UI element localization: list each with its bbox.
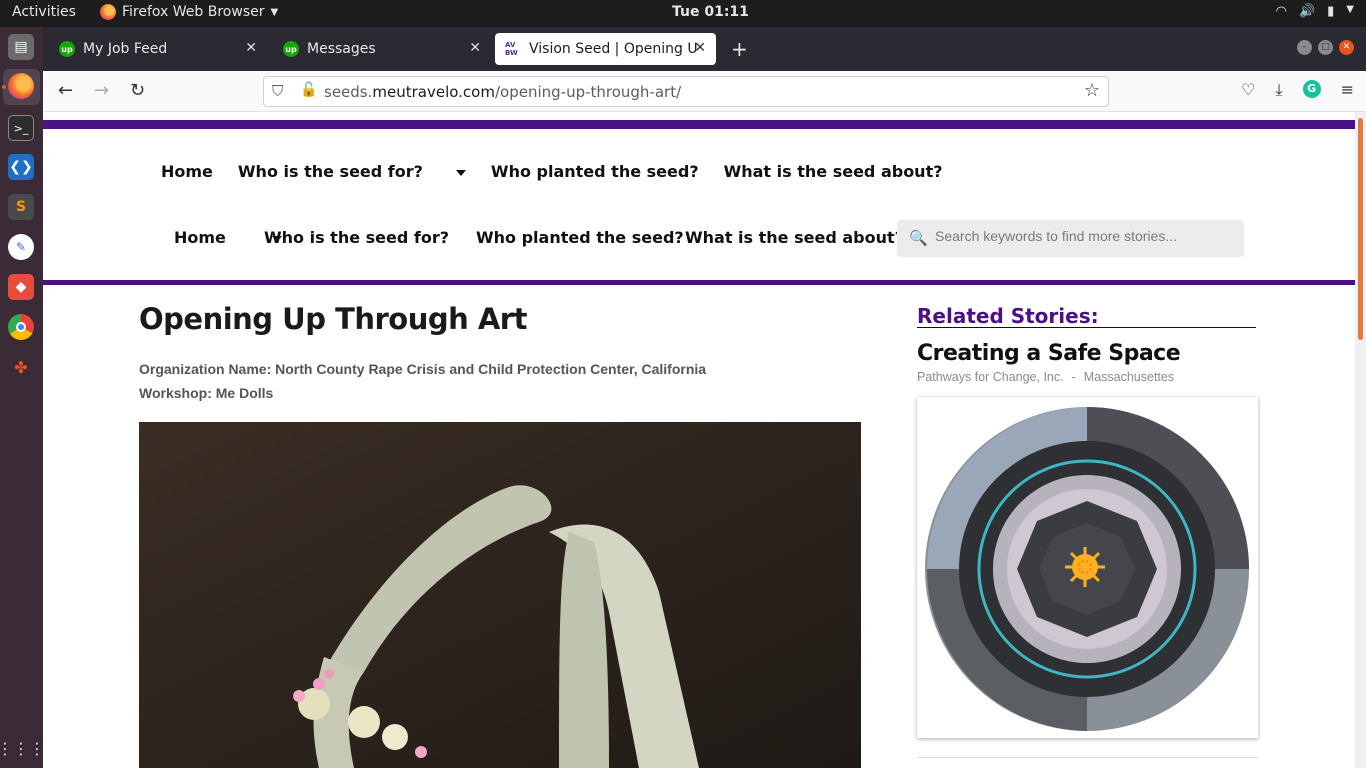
nav-what-is-the-seed-about[interactable]: What is the seed about? (685, 228, 904, 247)
new-tab-icon[interactable]: + (731, 37, 748, 61)
tab-label: Vision Seed | Opening Up (529, 41, 697, 57)
article-image (139, 422, 861, 768)
mandala-drawing (925, 407, 1249, 731)
hamburger-menu-icon[interactable]: ≡ (1341, 80, 1354, 100)
anydesk-icon[interactable]: ◆ (8, 274, 34, 300)
toolbar-right: ♡ ⤓ G ≡ (1241, 80, 1354, 100)
tab-messages[interactable]: up Messages ✕ (273, 33, 491, 65)
related-story-state: Massachusettes (1083, 370, 1175, 384)
tracking-shield-icon[interactable]: ⛉ (272, 82, 283, 100)
organization-name: Organization Name: North County Rape Cri… (139, 361, 707, 377)
upwork-icon: up (283, 41, 299, 57)
related-story-title[interactable]: Creating a Safe Space (917, 341, 1181, 366)
related-story-image[interactable] (917, 397, 1258, 738)
bookmark-star-icon[interactable]: ☆ (1084, 80, 1100, 101)
terminal-icon[interactable]: >_ (8, 115, 34, 141)
battery-icon: ▮ (1327, 4, 1335, 19)
tab-label: My Job Feed (83, 41, 168, 57)
page-title: Opening Up Through Art (139, 302, 527, 336)
caret-down-icon (455, 169, 466, 176)
sublime-text-icon[interactable]: S (8, 194, 34, 220)
activities-button[interactable]: Activities (12, 4, 76, 20)
url-text[interactable]: seeds.meutravelo.com/opening-up-through-… (324, 83, 681, 101)
upwork-icon: up (59, 41, 75, 57)
nav-home[interactable]: Home (161, 162, 213, 181)
app-menu[interactable]: Firefox Web Browser ▼ (100, 4, 278, 20)
close-icon[interactable]: ✕ (469, 40, 481, 56)
close-icon[interactable]: ✕ (245, 40, 257, 56)
tab-vision-seed[interactable]: AV BW Vision Seed | Opening Up ✕ (495, 33, 716, 65)
chevron-down-icon: ▼ (270, 6, 279, 18)
chrome-icon[interactable] (8, 314, 34, 340)
running-indicator (2, 85, 6, 89)
nav-who-planted-the-seed[interactable]: Who planted the seed? (491, 162, 699, 181)
navigation-toolbar: ← → ↻ ⛉ 🔓 seeds.meutravelo.com/opening-u… (43, 71, 1366, 112)
window-close-icon[interactable]: ✕ (1339, 40, 1354, 55)
avw-icon: AV BW (505, 41, 518, 57)
related-story-org: Pathways for Change, Inc. (917, 370, 1064, 384)
vscode-icon[interactable]: ❮❯ (8, 154, 34, 180)
grammarly-icon[interactable]: G (1302, 80, 1321, 98)
insecure-lock-icon[interactable]: 🔓 (300, 82, 317, 98)
ribbon-doll-photo (139, 422, 861, 768)
divider (917, 327, 1256, 328)
divider (917, 757, 1258, 758)
show-apps-icon[interactable]: ⋮⋮⋮ (0, 735, 45, 761)
related-story-meta: Pathways for Change, Inc. - Massachusettes (917, 370, 1174, 384)
nav-who-planted-the-seed[interactable]: Who planted the seed? (476, 228, 684, 247)
primary-nav-top: Home Who is the seed for? Who planted th… (161, 162, 968, 181)
separator: - (1071, 370, 1076, 384)
tab-my-job-feed[interactable]: up My Job Feed ✕ (49, 33, 267, 65)
close-icon[interactable]: ✕ (694, 40, 706, 56)
scrollbar-thumb[interactable] (1358, 118, 1363, 340)
back-icon[interactable]: ← (58, 80, 73, 101)
firefox-icon (100, 4, 116, 20)
webstorm-icon[interactable]: ✎ (8, 234, 34, 260)
header-top-border (43, 120, 1355, 129)
download-icon[interactable]: ⤓ (1276, 80, 1283, 100)
nav-who-is-the-seed-for[interactable]: Who is the seed for? (238, 162, 466, 181)
minimize-icon[interactable]: – (1297, 40, 1312, 55)
search-icon: 🔍 (909, 229, 928, 247)
header-bottom-border (43, 280, 1355, 285)
firefox-icon[interactable] (8, 73, 34, 99)
maximize-icon[interactable]: □ (1318, 40, 1333, 55)
reload-icon[interactable]: ↻ (130, 80, 145, 101)
workshop-name: Workshop: Me Dolls (139, 385, 274, 401)
nav-who-is-the-seed-for[interactable]: Who is the seed for? (264, 228, 449, 247)
pocket-icon[interactable]: ♡ (1241, 80, 1255, 100)
page-scrollbar[interactable] (1355, 112, 1366, 768)
figma-icon[interactable]: ✤ (8, 354, 34, 380)
files-icon[interactable]: ▤ (8, 34, 34, 60)
app-menu-label: Firefox Web Browser (122, 4, 265, 20)
system-tray[interactable]: ◠ 🔊 ▮ ▼ (1276, 4, 1354, 19)
story-search: 🔍 (897, 220, 1244, 257)
dock: ▤ >_ ❮❯ S ✎ ◆ ✤ ⋮⋮⋮ (0, 27, 45, 768)
clock[interactable]: Tue 01:11 (672, 4, 749, 20)
forward-icon[interactable]: → (94, 80, 109, 101)
nav-what-is-the-seed-about[interactable]: What is the seed about? (724, 162, 943, 181)
search-input[interactable] (935, 228, 1235, 244)
volume-icon: 🔊 (1298, 4, 1316, 19)
url-bar[interactable]: ⛉ 🔓 seeds.meutravelo.com/opening-up-thro… (263, 76, 1109, 107)
nav-home[interactable]: Home (174, 228, 226, 247)
related-stories-heading: Related Stories: (917, 304, 1099, 328)
tab-label: Messages (307, 41, 376, 57)
chevron-down-icon: ▼ (1346, 4, 1354, 15)
article-meta: Organization Name: North County Rape Cri… (139, 357, 706, 405)
tab-bar: up My Job Feed ✕ up Messages ✕ AV BW Visi… (43, 27, 1366, 71)
wifi-icon: ◠ (1275, 4, 1287, 19)
window-controls: – □ ✕ (1297, 40, 1354, 55)
system-top-bar: Activities Firefox Web Browser ▼ Tue 01:… (0, 0, 1366, 27)
web-page: Home Who is the seed for? Who planted th… (43, 112, 1355, 768)
